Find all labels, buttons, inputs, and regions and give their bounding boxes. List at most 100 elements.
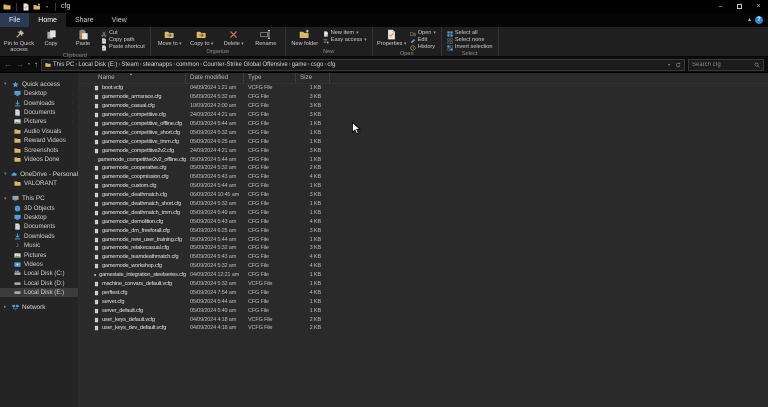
copy-to-button[interactable]: Copy to ▾ <box>186 28 218 47</box>
file-row[interactable]: gamemode_competitive_short.cfg 05/09/2024… <box>78 128 768 137</box>
file-row[interactable]: user_keys_default.vcfg 04/09/2024 4:18 am… <box>78 315 768 324</box>
sidebar-item-documents[interactable]: Documents <box>0 108 78 117</box>
sidebar-item-pictures[interactable]: Pictures <box>0 250 78 259</box>
file-row[interactable]: gamemode_competitive2v2.cfg 24/09/2024 4:… <box>78 146 768 155</box>
edit-button[interactable]: Edit <box>408 37 438 44</box>
select-none-button[interactable]: Select none <box>445 37 495 44</box>
new-folder-icon[interactable] <box>33 3 41 11</box>
qat-dropdown-icon[interactable]: ▾ <box>44 4 50 10</box>
paste-shortcut-button[interactable]: Paste shortcut <box>99 44 147 51</box>
file-row[interactable]: server_default.cfg 05/09/2024 5:49 am CFG … <box>78 306 768 315</box>
sidebar-item-screenshots[interactable]: Screenshots <box>0 145 78 154</box>
sidebar-item-reward-videos[interactable]: Reward Videos <box>0 136 78 145</box>
file-row[interactable]: gamemode_coopmission.cfg 05/09/2024 5:43 … <box>78 173 768 182</box>
column-header-name[interactable]: ▴ Name <box>78 73 186 83</box>
new-item-button[interactable]: New item ▾ <box>321 30 369 37</box>
sidebar-item-local-disk-e[interactable]: Local Disk (E:) <box>0 288 78 298</box>
move-to-button[interactable]: Move to ▾ <box>154 28 186 47</box>
breadcrumb-item-cfg[interactable]: cfg <box>327 62 335 68</box>
search-icon[interactable] <box>754 62 760 68</box>
delete-button[interactable]: Delete ▾ <box>218 28 250 47</box>
pin-to-quick-access-button[interactable]: Pin to Quick access <box>3 28 35 53</box>
column-header-date-modified[interactable]: Date modified <box>186 73 244 83</box>
history-button[interactable]: History <box>408 44 438 51</box>
file-row[interactable]: gamemode_competitive.cfg 24/09/2024 4:21 … <box>78 111 768 120</box>
file-row[interactable]: gamemode_casual.cfg 10/09/2024 2:00 am CFG… <box>78 102 768 111</box>
sidebar-item-pictures[interactable]: Pictures <box>0 117 78 126</box>
tab-home[interactable]: Home <box>29 13 66 27</box>
dropdown-icon[interactable]: ▾ <box>666 62 672 68</box>
chevron-down-icon[interactable]: ▾ <box>4 171 8 177</box>
properties-icon[interactable] <box>22 3 30 11</box>
sidebar-item-local-disk-c[interactable]: Local Disk (C:) <box>0 269 78 278</box>
minimize-button[interactable]: – <box>711 0 730 13</box>
file-row[interactable]: server.cfg 05/09/2024 5:44 am CFG File 1 KB <box>78 297 768 306</box>
column-header-type[interactable]: Type <box>244 73 296 83</box>
sidebar-item-desktop[interactable]: Desktop <box>0 89 78 98</box>
file-row[interactable]: machine_convars_default.vcfg 05/09/2024 5… <box>78 280 768 289</box>
file-row[interactable]: gamemode_custom.cfg 05/09/2024 5:44 am CFG… <box>78 182 768 191</box>
breadcrumb-item-this-pc[interactable]: This PC <box>53 62 74 68</box>
breadcrumb-item-steamapps[interactable]: steamapps <box>143 62 172 68</box>
breadcrumb-item-local-disk-e[interactable]: Local Disk (E:) <box>78 62 117 68</box>
close-button[interactable]: × <box>749 0 768 13</box>
file-row[interactable]: perftest.cfg 05/09/2024 7:54 am CFG File 4 … <box>78 288 768 297</box>
search-box[interactable] <box>688 58 764 71</box>
file-row[interactable]: gamemode_dm_freeforall.cfg 05/09/2024 6:2… <box>78 226 768 235</box>
file-row[interactable]: gamemode_deathmatch_short.cfg 05/09/2024 … <box>78 200 768 209</box>
sidebar-item-desktop[interactable]: Desktop <box>0 213 78 222</box>
cut-button[interactable]: Cut <box>99 30 147 37</box>
easy-access-button[interactable]: Easy access ▾ <box>321 37 369 44</box>
up-button[interactable]: ↑ <box>34 60 38 69</box>
sidebar-section-header-quick-access[interactable]: ▾ Quick access <box>0 79 78 89</box>
copy-path-button[interactable]: Copy path <box>99 37 147 44</box>
tab-share[interactable]: Share <box>66 13 103 27</box>
sidebar-section-header-onedrive-personal[interactable]: ▾ OneDrive - Personal <box>0 169 78 179</box>
column-header-size[interactable]: Size <box>296 73 330 83</box>
chevron-down-icon[interactable]: ▾ <box>4 196 9 202</box>
chevron-right-icon[interactable]: ▸ <box>4 304 9 310</box>
file-row[interactable]: gamemode_competitive2v2_offline.cfg 05/09… <box>78 155 768 164</box>
sidebar-item-valorant[interactable]: VALORANT <box>0 179 78 188</box>
file-row[interactable]: gamemode_workshop.cfg 05/09/2024 5:32 am C… <box>78 262 768 271</box>
file-row[interactable]: gamemode_teamdeathmatch.cfg 05/09/2024 5:… <box>78 253 768 262</box>
sidebar-item-videos-done[interactable]: Videos Done <box>0 155 78 164</box>
back-button[interactable]: ← <box>4 60 12 69</box>
sidebar-section-header-network[interactable]: ▸ Network <box>0 302 78 312</box>
sidebar-item-downloads[interactable]: Downloads <box>0 232 78 241</box>
file-row[interactable]: gamestate_integration_steelseries.cfg 04/… <box>78 271 768 280</box>
sidebar-item-audio-visuals[interactable]: Audio Visuals <box>0 127 78 136</box>
file-row[interactable]: gamemode_deathmatch.cfg 06/09/2024 10:45 … <box>78 191 768 200</box>
breadcrumb-item-game[interactable]: game <box>292 62 307 68</box>
select-all-button[interactable]: Select all <box>445 30 495 37</box>
explorer-icon[interactable] <box>3 3 11 11</box>
open-button[interactable]: Open ▾ <box>408 30 438 37</box>
breadcrumb-item-steam[interactable]: Steam <box>121 62 138 68</box>
file-row[interactable]: gamemode_competitive_tmm.cfg 05/09/2024 6… <box>78 137 768 146</box>
refresh-icon[interactable] <box>675 62 681 68</box>
file-row[interactable]: gamemode_armsrace.cfg 05/09/2024 5:32 am C… <box>78 93 768 102</box>
address-field[interactable]: This PC › Local Disk (E:) › Steam › steamapps ›… <box>41 58 685 71</box>
sidebar-item-3d-objects[interactable]: 3D Objects <box>0 204 78 213</box>
file-row[interactable]: gamemode_demolition.cfg 05/09/2024 5:43 a… <box>78 217 768 226</box>
breadcrumb-item-common[interactable]: common <box>176 62 199 68</box>
breadcrumb-item-counter-strike-global-offensive[interactable]: Counter-Strike Global Offensive <box>203 62 288 68</box>
file-row[interactable]: gamemode_competitive_offline.cfg 05/09/20… <box>78 120 768 129</box>
breadcrumb-item-csgo[interactable]: csgo <box>311 62 324 68</box>
sidebar-item-music[interactable]: ♪ Music <box>0 241 78 250</box>
properties-button[interactable]: Properties ▾ <box>376 28 408 47</box>
sidebar-item-videos[interactable]: Videos <box>0 260 78 269</box>
file-row[interactable]: boot.vcfg 04/09/2024 1:21 am VCFG File 1 KB <box>78 84 768 93</box>
tab-view[interactable]: View <box>103 13 136 27</box>
copy-button[interactable]: Copy <box>35 28 67 47</box>
forward-button[interactable]: → <box>16 60 24 69</box>
file-row[interactable]: user_keys_dev_default.vcfg 04/09/2024 4:1… <box>78 324 768 333</box>
chevron-down-icon[interactable]: ▾ <box>4 81 9 87</box>
help-icon[interactable]: ? <box>755 16 763 24</box>
rename-button[interactable]: Rename <box>250 28 282 47</box>
paste-button[interactable]: Paste <box>67 28 99 47</box>
collapse-ribbon-icon[interactable]: ▴ <box>748 17 751 23</box>
sidebar-item-local-disk-d[interactable]: Local Disk (D:) <box>0 279 78 288</box>
file-row[interactable]: gamemode_deathmatch_tmm.cfg 05/09/2024 5:… <box>78 208 768 217</box>
file-row[interactable]: gamemode_new_user_training.cfg 05/09/2024… <box>78 235 768 244</box>
